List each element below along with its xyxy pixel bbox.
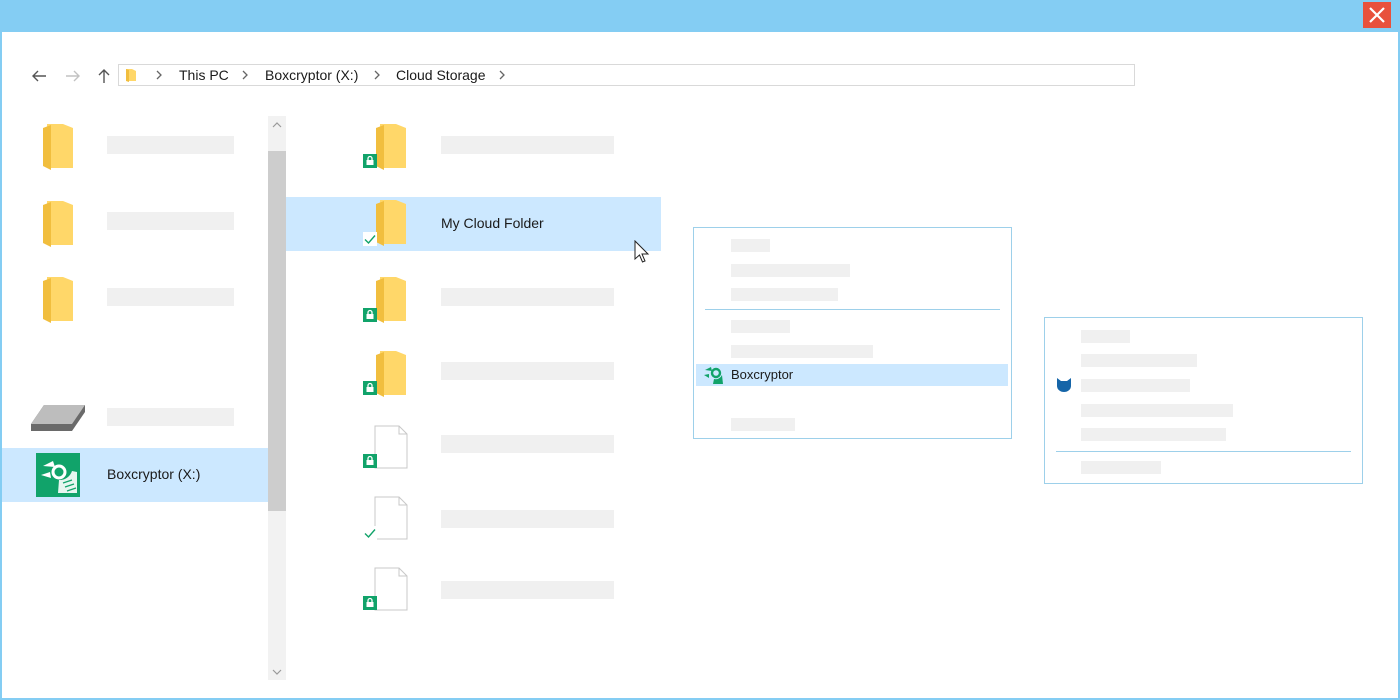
chevron-right-icon xyxy=(499,70,505,80)
folder-icon xyxy=(376,124,406,170)
file-icon xyxy=(374,496,408,540)
arrow-left-icon xyxy=(32,70,46,82)
placeholder-text xyxy=(107,288,234,306)
arrow-right-icon xyxy=(66,70,80,82)
sync-check-icon xyxy=(363,526,377,540)
menu-item[interactable] xyxy=(731,288,838,301)
breadcrumb-this-pc[interactable]: This PC xyxy=(179,65,229,85)
menu-separator xyxy=(1056,451,1351,452)
up-button[interactable] xyxy=(94,66,114,86)
folder-icon xyxy=(43,201,73,247)
placeholder-text xyxy=(441,581,614,599)
lock-badge-icon xyxy=(363,154,377,168)
close-button[interactable] xyxy=(1363,2,1391,28)
drive-icon xyxy=(31,405,85,431)
placeholder-text xyxy=(441,362,614,380)
menu-item[interactable] xyxy=(731,345,873,358)
folder-icon xyxy=(126,69,136,82)
menu-item[interactable] xyxy=(731,264,850,277)
lock-badge-icon xyxy=(363,308,377,322)
folder-icon xyxy=(43,277,73,323)
breadcrumb-cloud-storage[interactable]: Cloud Storage xyxy=(396,65,486,85)
sidebar-item-label: Boxcryptor (X:) xyxy=(107,466,201,482)
chevron-right-icon xyxy=(156,70,162,80)
folder-icon xyxy=(376,200,406,246)
folder-icon xyxy=(43,124,73,170)
context-menu: Boxcryptor xyxy=(693,227,1012,439)
cloud-provider-icon xyxy=(1057,378,1071,392)
menu-item[interactable] xyxy=(1081,461,1161,474)
placeholder-text xyxy=(107,212,234,230)
menu-item-label: Boxcryptor xyxy=(731,367,794,382)
menu-item[interactable] xyxy=(1081,354,1197,367)
window-border-left xyxy=(0,32,2,700)
chevron-down-icon xyxy=(272,669,282,675)
menu-item[interactable] xyxy=(1081,330,1130,343)
placeholder-text xyxy=(441,435,614,453)
menu-item[interactable] xyxy=(1081,379,1190,392)
address-bar[interactable]: This PC Boxcryptor (X:) Cloud Storage xyxy=(118,64,1135,86)
chevron-right-icon xyxy=(242,70,248,80)
menu-item[interactable] xyxy=(1081,404,1233,417)
close-icon xyxy=(1369,7,1385,23)
file-icon xyxy=(374,425,408,469)
menu-item[interactable] xyxy=(731,239,770,252)
sync-check-icon xyxy=(363,232,377,246)
forward-button[interactable] xyxy=(63,66,83,86)
file-icon xyxy=(374,567,408,611)
title-bar xyxy=(0,0,1400,32)
arrow-up-icon xyxy=(98,69,110,83)
scroll-up-button[interactable] xyxy=(268,117,286,133)
folder-icon xyxy=(376,277,406,323)
breadcrumb-boxcryptor[interactable]: Boxcryptor (X:) xyxy=(265,65,358,85)
boxcryptor-icon xyxy=(704,367,723,384)
menu-item[interactable] xyxy=(1081,428,1226,441)
lock-badge-icon xyxy=(363,381,377,395)
scrollbar-thumb[interactable] xyxy=(268,151,286,511)
placeholder-text xyxy=(441,136,614,154)
scroll-down-button[interactable] xyxy=(268,664,286,680)
list-item-label: My Cloud Folder xyxy=(441,215,544,231)
submenu xyxy=(1044,317,1363,484)
menu-item[interactable] xyxy=(731,418,795,431)
menu-item[interactable] xyxy=(731,320,790,333)
placeholder-text xyxy=(107,408,234,426)
mouse-cursor-icon xyxy=(634,240,650,263)
back-button[interactable] xyxy=(29,66,49,86)
chevron-up-icon xyxy=(272,122,282,128)
placeholder-text xyxy=(107,136,234,154)
lock-badge-icon xyxy=(363,596,377,610)
placeholder-text xyxy=(441,288,614,306)
folder-icon xyxy=(376,351,406,397)
placeholder-text xyxy=(441,510,614,528)
boxcryptor-drive-icon xyxy=(36,453,80,497)
lock-badge-icon xyxy=(363,454,377,468)
menu-separator xyxy=(705,309,1000,310)
chevron-right-icon xyxy=(374,70,380,80)
